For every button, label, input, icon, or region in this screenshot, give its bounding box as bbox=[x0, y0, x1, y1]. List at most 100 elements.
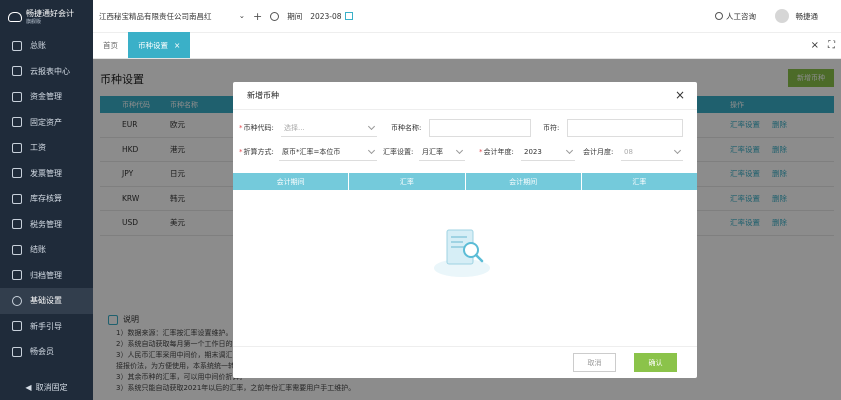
archive-icon bbox=[12, 270, 22, 281]
close-all-tabs-icon[interactable]: × bbox=[811, 40, 819, 51]
sidebar-item-inventory[interactable]: 库存核算 bbox=[0, 186, 93, 212]
period-label: 期间 bbox=[287, 11, 303, 21]
currency-name-label: 币种名称: bbox=[391, 124, 422, 132]
form-row-2: * 折算方式: 原币*汇率=本位币 汇率设置: 月汇率 * 会计年度: 2023 会… bbox=[233, 142, 697, 162]
close-icon[interactable]: × bbox=[675, 88, 685, 102]
cancel-button[interactable]: 取消 bbox=[573, 353, 616, 372]
avatar[interactable] bbox=[775, 9, 789, 23]
logo-sub: 旗舰版 bbox=[26, 18, 42, 25]
currency-symbol-input[interactable] bbox=[567, 119, 683, 137]
sidebar-item-archive[interactable]: 归档管理 bbox=[0, 263, 93, 289]
chevron-down-icon bbox=[367, 146, 376, 154]
sidebar-item-tax[interactable]: 税务管理 bbox=[0, 212, 93, 238]
calendar-icon[interactable] bbox=[344, 12, 353, 20]
period-value[interactable]: 2023-08 bbox=[310, 12, 341, 21]
sidebar-item-settings[interactable]: 基础设置 bbox=[0, 288, 93, 314]
tab-currency-settings[interactable]: 币种设置 × bbox=[128, 32, 191, 58]
sidebar-item-label: 新手引导 bbox=[30, 321, 62, 331]
confirm-button[interactable]: 确认 bbox=[634, 353, 677, 372]
tab-label: 首页 bbox=[103, 40, 118, 50]
sidebar: 畅捷通好会计 旗舰版 总账 云报表中心 资金管理 固定资产 工资 发票管理 库存… bbox=[0, 0, 93, 400]
inventory-icon bbox=[12, 193, 22, 204]
fiscal-year-select[interactable]: 2023 bbox=[521, 143, 575, 161]
add-currency-dialog: 新增币种 × * 币种代码: 选择... 币种名称: 币符: * 折算方式: 原币*… bbox=[233, 82, 697, 378]
sidebar-item-salary[interactable]: 工资 bbox=[0, 135, 93, 161]
add-icon[interactable]: + bbox=[253, 10, 262, 23]
fiscal-month-label: 会计月度: bbox=[583, 148, 614, 156]
sidebar-item-vip[interactable]: 畅会员 bbox=[0, 339, 93, 365]
sidebar-item-label: 固定资产 bbox=[30, 117, 62, 127]
tab-close-icon[interactable]: × bbox=[174, 41, 180, 50]
tab-bar: 首页 币种设置 × × ⛶ bbox=[93, 32, 841, 59]
unpin-sidebar-button[interactable]: ◀ 取消固定 bbox=[0, 378, 93, 396]
currency-code-select[interactable]: 选择... bbox=[281, 119, 377, 137]
company-name: 江西秘宝精品有限责任公司南昌红 bbox=[99, 11, 212, 21]
conversion-method-select[interactable]: 原币*汇率=本位币 bbox=[279, 143, 377, 161]
sidebar-item-label: 库存核算 bbox=[30, 194, 62, 204]
tab-home[interactable]: 首页 bbox=[93, 32, 128, 58]
fund-icon bbox=[12, 91, 22, 102]
fiscal-year-label: * 会计年度: bbox=[479, 148, 514, 156]
sidebar-item-label: 税务管理 bbox=[30, 219, 62, 229]
chevron-down-icon bbox=[367, 122, 376, 130]
salary-icon bbox=[12, 142, 22, 153]
top-bar: 江西秘宝精品有限责任公司南昌红 ⌄ + 期间 2023-08 人工咨询 畅捷通 bbox=[93, 0, 841, 33]
sidebar-item-invoice[interactable]: 发票管理 bbox=[0, 161, 93, 187]
cloud-logo-icon bbox=[8, 11, 22, 22]
sidebar-item-close-books[interactable]: 结账 bbox=[0, 237, 93, 263]
settings-icon bbox=[12, 295, 22, 306]
vip-icon bbox=[12, 346, 22, 357]
asset-icon bbox=[12, 117, 22, 128]
unpin-icon: ◀ bbox=[25, 382, 32, 392]
sidebar-item-label: 畅会员 bbox=[30, 347, 54, 357]
column-header: 会计期间 bbox=[233, 173, 350, 190]
support-label: 人工咨询 bbox=[726, 11, 756, 21]
form-row-1: * 币种代码: 选择... 币种名称: 币符: bbox=[233, 118, 697, 138]
close-books-icon bbox=[12, 244, 22, 255]
conversion-method-value: 原币*汇率=本位币 bbox=[282, 147, 341, 156]
column-header: 汇率 bbox=[632, 177, 647, 186]
column-header: 会计期间 bbox=[466, 173, 582, 190]
headset-icon bbox=[715, 12, 723, 20]
rate-table-header: 会计期间 汇率 会计期间 汇率 bbox=[233, 173, 697, 190]
sidebar-item-label: 基础设置 bbox=[30, 296, 62, 306]
company-select[interactable]: 江西秘宝精品有限责任公司南昌红 ⌄ bbox=[99, 11, 245, 22]
sidebar-item-label: 资金管理 bbox=[30, 92, 62, 102]
sidebar-item-label: 发票管理 bbox=[30, 168, 62, 178]
rate-setting-value: 月汇率 bbox=[422, 147, 443, 156]
gear-icon[interactable] bbox=[270, 11, 280, 21]
sidebar-item-label: 总账 bbox=[30, 41, 46, 51]
rate-setting-select[interactable]: 月汇率 bbox=[419, 143, 465, 161]
logo-text: 畅捷通好会计 bbox=[26, 8, 74, 18]
app-logo[interactable]: 畅捷通好会计 旗舰版 bbox=[0, 0, 93, 33]
chevron-down-icon bbox=[673, 146, 682, 154]
tax-icon bbox=[12, 219, 22, 230]
sidebar-item-label: 结账 bbox=[30, 245, 46, 255]
sidebar-item-ledger[interactable]: 总账 bbox=[0, 33, 93, 59]
invoice-icon bbox=[12, 168, 22, 179]
conversion-method-label: * 折算方式: bbox=[239, 148, 274, 156]
report-icon bbox=[12, 66, 22, 77]
currency-symbol-label: 币符: bbox=[543, 124, 560, 132]
fiscal-year-value: 2023 bbox=[524, 147, 542, 156]
sidebar-item-report[interactable]: 云报表中心 bbox=[0, 59, 93, 85]
sidebar-item-label: 工资 bbox=[30, 143, 46, 153]
username[interactable]: 畅捷通 bbox=[796, 11, 819, 22]
sidebar-item-fund[interactable]: 资金管理 bbox=[0, 84, 93, 110]
column-header: 汇率 bbox=[349, 173, 466, 190]
chevron-down-icon: ⌄ bbox=[238, 10, 245, 20]
chevron-down-icon bbox=[565, 146, 574, 154]
empty-state-illustration bbox=[434, 229, 490, 277]
currency-code-label: * 币种代码: bbox=[239, 124, 274, 132]
sidebar-item-asset[interactable]: 固定资产 bbox=[0, 110, 93, 136]
ledger-icon bbox=[12, 40, 22, 51]
fullscreen-icon[interactable]: ⛶ bbox=[828, 40, 835, 51]
support-button[interactable]: 人工咨询 bbox=[715, 11, 756, 22]
sidebar-item-guide[interactable]: 新手引导 bbox=[0, 314, 93, 340]
tab-label: 币种设置 bbox=[138, 40, 168, 50]
fiscal-month-select: 08 bbox=[621, 143, 683, 161]
dialog-title: 新增币种 bbox=[233, 82, 697, 110]
currency-name-input[interactable] bbox=[429, 119, 531, 137]
chevron-down-icon bbox=[455, 146, 464, 154]
unpin-label: 取消固定 bbox=[35, 382, 68, 392]
